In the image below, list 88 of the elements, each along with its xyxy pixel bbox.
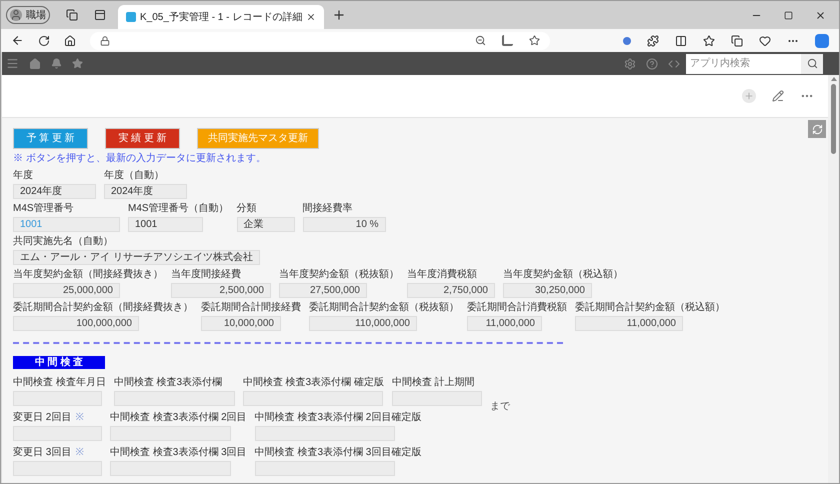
update-button[interactable]: 予 算 更 新 [13,128,88,149]
value-field: 2024年度 [104,184,187,199]
help-icon[interactable] [646,58,658,70]
value-field: 25,000,000 [13,283,120,298]
edit-icon[interactable] [772,90,784,102]
favorites-icon[interactable] [703,34,715,46]
value-field: 27,500,000 [279,283,367,298]
field-label: 当年度間接経費 [171,269,241,281]
bell-icon[interactable] [51,58,62,69]
field-label: 共同実施先名（自動） [13,236,113,248]
value-field: 企業 [236,217,295,232]
update-button[interactable]: 実 績 更 新 [105,128,180,149]
field-label: 当年度消費税額 [407,269,477,281]
profile-button[interactable]: 職場 [6,6,50,24]
field-label: 当年度契約金額（税抜額） [279,269,399,281]
field-label: 委託期間合計間接経費 [201,302,301,314]
value-field: 1001 [128,217,203,232]
lock-icon [100,36,110,46]
field-label: 委託期間合計契約金額（税込額） [575,302,725,314]
health-icon[interactable] [759,34,771,46]
reload-button[interactable] [808,120,826,138]
field-label: 間接経費率 [302,203,353,215]
refresh-icon [812,124,822,134]
extension-icon[interactable] [623,36,631,44]
field-label: 委託期間合計契約金額（税抜額） [309,302,459,314]
field-label: 中間検査 検査3表添付欄 2回目確定版 [254,412,422,424]
field-label: 委託期間合計契約金額（間接経費抜き） [13,302,193,314]
section-header: 中 間 検 査 [13,356,105,369]
field-label: 中間検査 検査3表添付欄 3回目 [110,447,247,459]
star-icon[interactable] [72,58,83,69]
value-field: 30,250,000 [503,283,592,298]
required-mark: ※ [75,447,84,459]
field-label: 分類 [236,203,257,215]
menu-icon[interactable] [6,57,19,70]
plus-icon [744,91,754,101]
field-label: 中間検査 検査3表添付欄 2回目 [110,412,247,424]
maximize-icon[interactable] [784,10,793,20]
value-field: 110,000,000 [309,316,417,331]
field-label: 当年度契約金額（間接経費抜き） [13,269,163,281]
value-field: 11,000,000 [575,316,683,331]
back-icon[interactable] [11,34,24,47]
reload-icon[interactable] [38,34,50,46]
favorite-icon[interactable] [529,35,540,46]
field-label: 年度 [13,170,33,182]
field-label: 中間検査 計上期間 [392,377,475,389]
profile-icon [10,9,22,21]
value-field: 10,000,000 [201,316,281,331]
field-label: 年度（自動） [104,170,164,182]
required-mark: ※ [75,412,84,424]
field-label: 当年度契約金額（税込額） [503,269,623,281]
field-label: 変更日 3回目 [13,447,72,459]
split-screen-icon[interactable] [675,34,687,46]
field-label: M4S管理番号（自動） [128,203,229,215]
value-field: 2,500,000 [171,283,271,298]
value-field: 11,000,000 [467,316,542,331]
settings-icon[interactable] [624,58,636,70]
value-field: 100,000,000 [13,316,139,331]
field-label: 中間検査 検査3表添付欄 3回目確定版 [254,447,422,459]
app-search-field[interactable]: アプリ内検索 [686,54,801,74]
close-tab-icon[interactable] [306,12,316,22]
code-icon[interactable] [668,58,680,70]
field-label: 委託期間合計消費税額 [467,302,567,314]
field-label: 中間検査 検査3表添付欄 [114,377,222,389]
close-window-icon[interactable] [815,10,826,20]
field-label: 中間検査 検査3表添付欄 確定版 [242,377,384,389]
field-label: 変更日 2回目 [13,412,72,424]
value-field: 2,750,000 [407,283,495,298]
tab-actions-icon[interactable] [94,9,106,21]
collections-icon[interactable] [731,34,743,46]
field-label: 中間検査 検査年月日 [13,377,106,389]
field-label: M4S管理番号 [13,203,74,215]
value-field: 10 % [302,217,386,232]
search-icon [806,58,818,69]
search-button[interactable] [801,54,823,74]
browser-tab[interactable]: K_05_予実管理 - 1 - レコードの詳細 [118,5,324,29]
link-field[interactable]: 1001 [13,217,120,232]
home-icon[interactable] [64,34,76,46]
zoom-out-icon[interactable] [475,35,486,46]
new-tab-icon[interactable] [332,8,346,22]
puzzle-icon[interactable] [647,34,659,46]
value-field: 2024年度 [13,184,96,199]
suffix-text: まで [490,402,510,412]
note-text: ※ ボタンを押すと、最新の入力データに更新されます。 [13,152,267,166]
app-favicon [126,12,136,22]
copilot-icon[interactable] [815,34,829,48]
workspaces-icon[interactable] [66,9,78,21]
update-button[interactable]: 共同実施先マスタ更新 [197,128,319,149]
value-field: エム・アール・アイ リサーチアソシエイツ株式会社 [13,250,260,265]
